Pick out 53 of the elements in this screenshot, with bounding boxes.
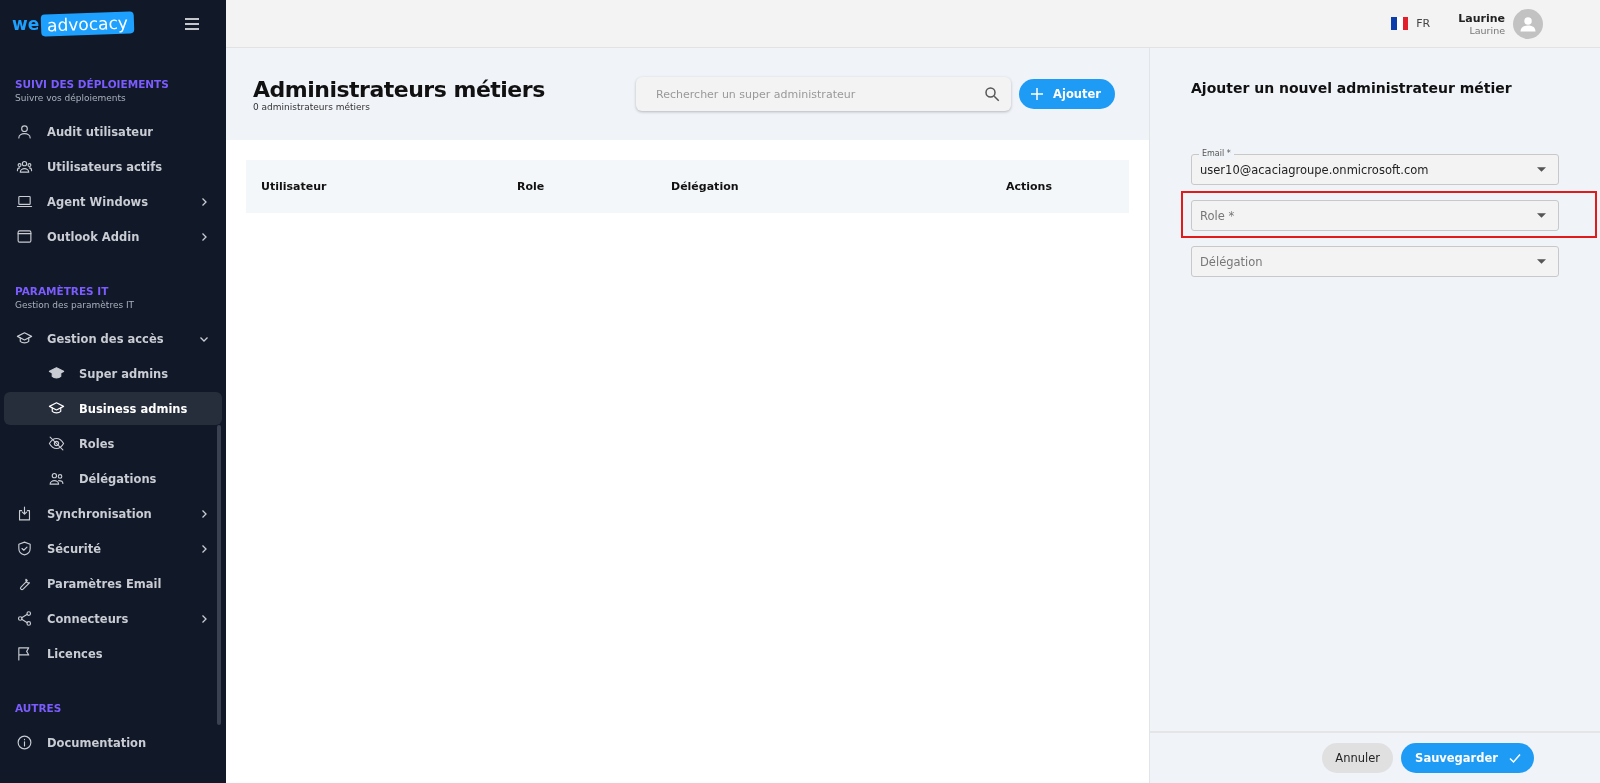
eye-off-icon	[48, 435, 65, 452]
page-subtitle: 0 administrateurs métiers	[253, 101, 371, 112]
language-selector[interactable]: FR	[1391, 17, 1431, 30]
sidebar-item[interactable]: Licences	[4, 637, 222, 670]
caret-icon	[1537, 213, 1546, 218]
sidebar-item[interactable]: Documentation	[4, 726, 222, 759]
page-title: Administrateurs métiers	[253, 76, 546, 102]
section-title: PARAMÈTRES IT	[14, 285, 110, 297]
users-icon	[48, 470, 65, 487]
user-name: Laurine	[1458, 11, 1505, 25]
sidebar-item[interactable]: Outlook Addin	[4, 220, 222, 253]
scrollbar-thumb[interactable]	[217, 425, 221, 725]
sidebar-item[interactable]: Paramètres Email	[4, 567, 222, 600]
user-icon	[16, 123, 33, 140]
section-title: AUTRES	[14, 702, 63, 714]
share-icon	[16, 610, 33, 627]
sidebar-item[interactable]: Roles	[4, 427, 222, 460]
plus-icon	[1029, 86, 1046, 102]
search-icon[interactable]	[983, 85, 1002, 103]
graduation-cap-icon	[16, 330, 33, 347]
column-header: Actions	[1006, 180, 1053, 193]
column-header: Utilisateur	[261, 180, 328, 193]
section-title: SUIVI DES DÉPLOIEMENTS	[14, 78, 170, 90]
column-header: Role	[517, 180, 546, 193]
sidebar-item[interactable]: Synchronisation	[4, 497, 222, 530]
download-box-icon	[16, 505, 33, 522]
section-subtitle: Suivre vos déploiements	[14, 92, 127, 103]
sidebar-item[interactable]: Business admins	[4, 392, 222, 425]
panel-title: Ajouter un nouvel administrateur métier	[1191, 80, 1513, 96]
graduation-cap-icon	[48, 400, 65, 417]
caret-icon	[1537, 259, 1546, 264]
section-subtitle: Gestion des paramètres IT	[14, 299, 136, 310]
search-field[interactable]: Rechercher un super administrateur	[636, 77, 1012, 111]
sidebar-item[interactable]: Sécurité	[4, 532, 222, 565]
check-icon	[1508, 751, 1522, 765]
shield-check-icon	[16, 540, 33, 557]
users-icon	[16, 158, 33, 175]
cancel-button[interactable]: Annuler	[1322, 743, 1394, 773]
info-icon	[16, 734, 33, 751]
sidebar-item[interactable]: Agent Windows	[4, 185, 222, 218]
menu-icon[interactable]	[184, 17, 200, 31]
column-header: Délégation	[671, 180, 740, 193]
laptop-icon	[16, 193, 33, 210]
sidebar-item[interactable]: Gestion des accès	[4, 322, 222, 355]
sidebar-item[interactable]: Super admins	[4, 357, 222, 390]
user-subtitle: Laurine	[1468, 24, 1505, 36]
caret-icon	[1537, 167, 1546, 172]
sidebar-item[interactable]: Délégations	[4, 462, 222, 495]
sidebar-item[interactable]: Audit utilisateur	[4, 115, 222, 148]
sidebar-item[interactable]: Utilisateurs actifs	[4, 150, 222, 183]
window-icon	[16, 228, 33, 245]
graduation-cap-icon	[48, 365, 65, 382]
sidebar-item[interactable]: Connecteurs	[4, 602, 222, 635]
